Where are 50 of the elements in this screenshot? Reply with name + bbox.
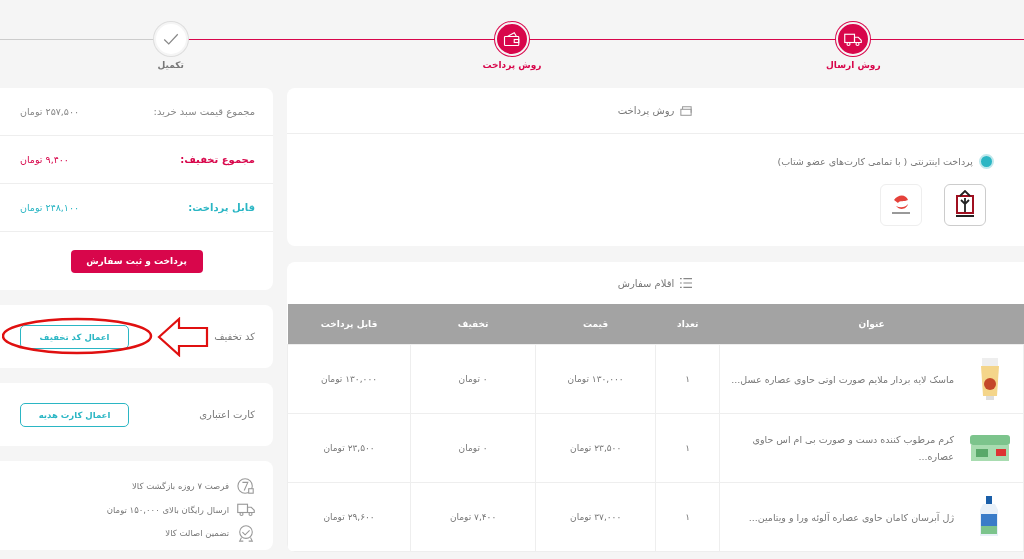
gift-card-button[interactable]: اعمال کارت هدیه xyxy=(20,402,129,427)
truck-icon xyxy=(844,31,863,47)
summary-label: مجموع تخفیف: xyxy=(180,154,255,165)
column-header: قیمت xyxy=(535,304,656,345)
table-cell: ۲۳,۵۰۰ تومان xyxy=(287,413,411,483)
feature-text: فرصت ۷ روزه بازگشت کالا xyxy=(132,481,229,491)
column-header: تعداد xyxy=(655,304,720,345)
table-cell: ۱ xyxy=(655,413,720,483)
step-label: روش ارسال xyxy=(826,60,881,70)
table-cell: ۷,۴۰۰ تومان xyxy=(410,482,536,552)
summary-value: ۹,۴۰۰ تومان xyxy=(20,154,69,165)
card-title: اقلام سفارش xyxy=(617,277,675,289)
table-cell: ۲۹,۶۰۰ تومان xyxy=(287,482,411,552)
seven-days-icon xyxy=(237,477,255,495)
column-header: تخفیف xyxy=(410,304,536,345)
card-stack-icon xyxy=(679,104,694,117)
product-title: ژل آبرسان کامان حاوی عصاره آلوئه ورا و ویتامین... xyxy=(748,510,954,525)
summary-label: قابل پرداخت: xyxy=(188,202,255,213)
payment-option-label: پرداخت اینترنتی ( با تمامی کارت‌های عضو شتاب) xyxy=(777,156,973,167)
truck-icon xyxy=(237,502,255,517)
radio-button[interactable] xyxy=(979,154,994,169)
table-cell: ۲۳,۵۰۰ تومان xyxy=(535,413,656,483)
summary-value: ۲۴۸,۱۰۰ تومان xyxy=(20,202,80,213)
feature-text: ارسال رایگان بالای ۱۵۰,۰۰۰ تومان xyxy=(106,504,229,515)
card-title: روش پرداخت xyxy=(617,105,675,116)
table-cell: ۱ xyxy=(655,344,720,414)
product-title: کرم مرطوب کننده دست و صورت بی ام اس حاوی عصاره... xyxy=(751,433,954,464)
list-icon xyxy=(679,277,694,289)
gift-card-label: کارت اعتباری xyxy=(199,409,255,420)
feature-text: تضمین اصالت کالا xyxy=(165,528,229,538)
wallet-icon xyxy=(503,31,521,47)
column-header: عنوان xyxy=(719,304,1024,345)
arrow xyxy=(157,317,209,357)
table-cell: ۱۳۰,۰۰۰ تومان xyxy=(535,344,656,414)
table-cell: ۰ تومان xyxy=(410,413,536,483)
table-cell: ۱ xyxy=(655,482,720,552)
table-cell: ۱۳۰,۰۰۰ تومان xyxy=(287,344,411,414)
check-icon xyxy=(161,31,180,47)
summary-label: مجموع قیمت سبد خرید: xyxy=(153,106,255,117)
quality-badge-icon xyxy=(237,524,255,542)
discount-button[interactable]: اعمال کد تخفیف xyxy=(20,324,129,349)
table-cell: ۳۷,۰۰۰ تومان xyxy=(535,482,656,552)
column-header: قابل پرداخت xyxy=(287,304,411,345)
pay-button[interactable]: پرداخت و ثبت سفارش xyxy=(70,249,203,273)
summary-value: ۲۵۷,۵۰۰ تومان xyxy=(20,106,80,117)
discount-label: کد تخفیف xyxy=(214,331,255,342)
table-cell: ۰ تومان xyxy=(410,344,536,414)
step-label: تکمیل xyxy=(157,60,184,70)
step-label: روش پرداخت xyxy=(482,60,542,70)
product-title: ماسک لایه بردار ملایم صورت اوتی حاوی عصاره عسل... xyxy=(731,372,954,388)
